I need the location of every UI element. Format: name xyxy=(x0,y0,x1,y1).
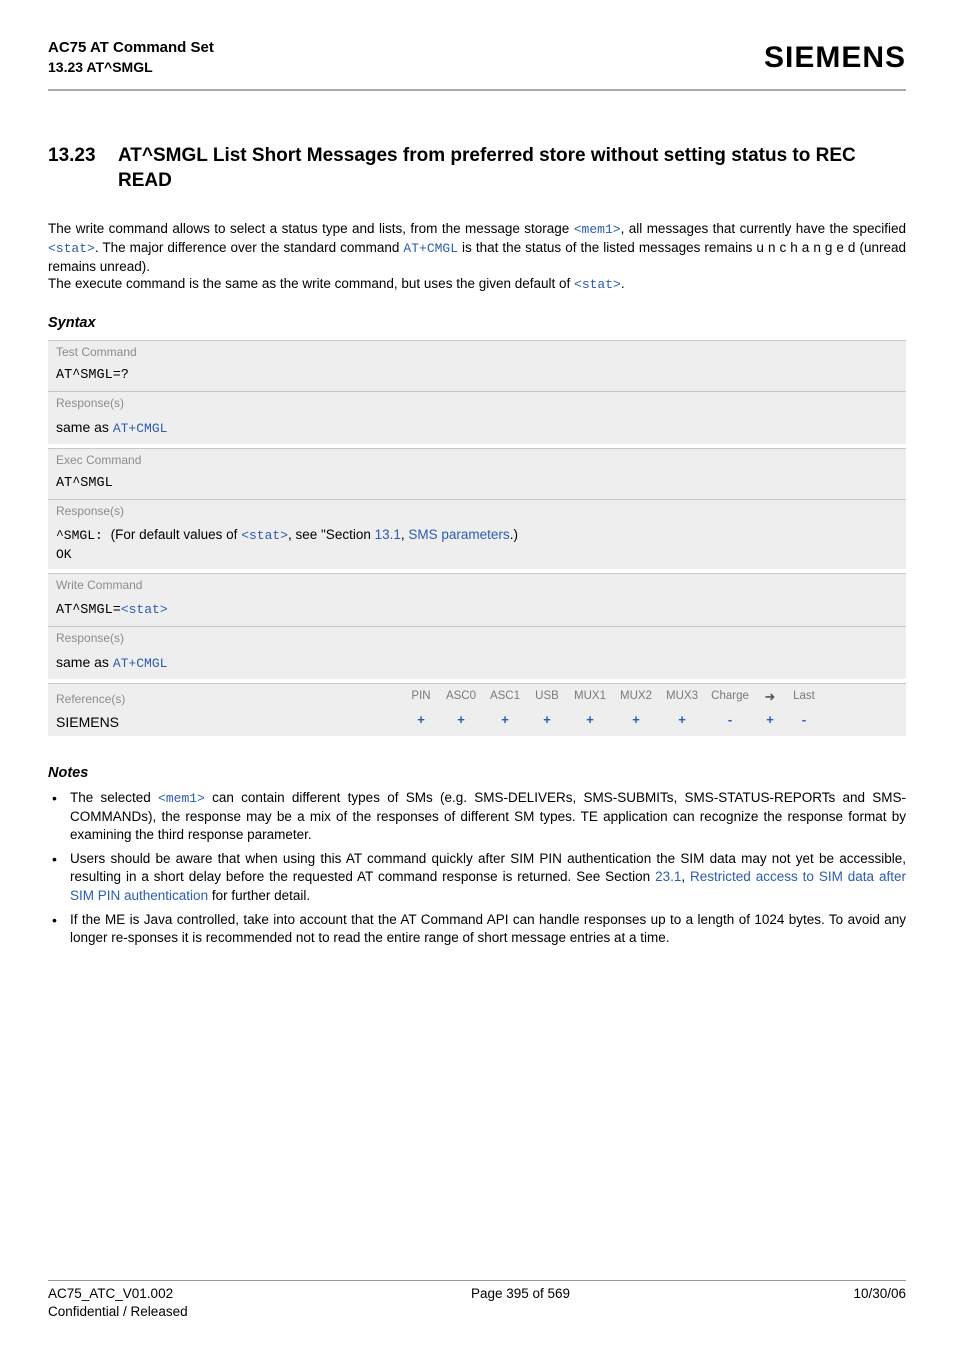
param-stat[interactable]: <stat> xyxy=(241,528,288,543)
cap-val: + xyxy=(527,711,567,729)
response-text: (For default values of xyxy=(111,527,242,542)
response-label: Response(s) xyxy=(48,391,906,413)
capability-header-row: PIN ASC0 ASC1 USB MUX1 MUX2 MUX3 Charge … xyxy=(403,688,902,706)
exec-command-block: Exec Command AT^SMGL Response(s) ^SMGL: … xyxy=(48,448,906,570)
cap-val: + xyxy=(439,711,483,729)
section-number: 13.23 xyxy=(48,143,118,194)
link-atcmgl[interactable]: AT+CMGL xyxy=(113,656,168,671)
cap-val: + xyxy=(613,711,659,729)
link-sms-parameters[interactable]: SMS parameters xyxy=(408,527,509,542)
response-prefix: ^SMGL: xyxy=(56,528,111,543)
intro-paragraph: The write command allows to select a sta… xyxy=(48,220,906,294)
param-stat[interactable]: <stat> xyxy=(574,277,621,292)
note-item-3: If the ME is Java controlled, take into … xyxy=(48,911,906,947)
product-name: AC75 AT Command Set xyxy=(48,38,214,58)
same-as-text: same as xyxy=(56,419,113,435)
cap-hdr-mux2: MUX2 xyxy=(613,689,659,705)
note-item-1: The selected <mem1> can contain differen… xyxy=(48,789,906,844)
write-command-value: AT^SMGL=<stat> xyxy=(48,596,906,626)
cap-val: + xyxy=(659,711,705,729)
page-header: AC75 AT Command Set 13.23 AT^SMGL SIEMEN… xyxy=(48,38,906,79)
write-cmd-prefix: AT^SMGL= xyxy=(56,603,121,618)
test-response: same as AT+CMGL xyxy=(48,413,906,444)
capability-value-row: + + + + + + + - + - xyxy=(403,711,902,729)
link-section-13-1[interactable]: 13.1 xyxy=(375,527,401,542)
cap-hdr-last: Last xyxy=(785,689,823,705)
cap-val: + xyxy=(567,711,613,729)
header-left: AC75 AT Command Set 13.23 AT^SMGL xyxy=(48,38,214,77)
link-atcmgl[interactable]: AT+CMGL xyxy=(403,241,458,256)
test-command-label: Test Command xyxy=(48,341,906,362)
reference-label: Reference(s) xyxy=(56,688,395,709)
param-stat[interactable]: <stat> xyxy=(121,602,168,617)
intro-text: The execute command is the same as the w… xyxy=(48,276,574,291)
footer-row: AC75_ATC_V01.002 Confidential / Released… xyxy=(48,1285,906,1321)
reference-left: Reference(s) SIEMENS xyxy=(48,684,403,736)
note-item-2: Users should be aware that when using th… xyxy=(48,850,906,905)
arrow-right-icon: ➜ xyxy=(755,688,785,706)
footer-page-number: Page 395 of 569 xyxy=(471,1285,570,1321)
header-rule xyxy=(48,89,906,91)
footer-date: 10/30/06 xyxy=(853,1285,906,1321)
intro-text: . xyxy=(621,276,625,291)
brand-logo: SIEMENS xyxy=(764,38,906,79)
response-text: , see "Section xyxy=(288,527,375,542)
reference-right: PIN ASC0 ASC1 USB MUX1 MUX2 MUX3 Charge … xyxy=(403,684,906,736)
reference-name: SIEMENS xyxy=(56,713,395,732)
footer-rule xyxy=(48,1280,906,1281)
intro-text: , all messages that currently have the s… xyxy=(621,221,906,236)
param-mem1[interactable]: <mem1> xyxy=(574,222,621,237)
exec-command-value: AT^SMGL xyxy=(48,470,906,499)
syntax-heading: Syntax xyxy=(48,314,906,334)
header-section-ref: 13.23 AT^SMGL xyxy=(48,58,214,77)
note-text: , xyxy=(681,869,690,884)
cap-hdr-asc0: ASC0 xyxy=(439,689,483,705)
cap-val: + xyxy=(755,711,785,729)
section-title-text: AT^SMGL List Short Messages from preferr… xyxy=(118,143,906,194)
write-response: same as AT+CMGL xyxy=(48,648,906,679)
page-footer: AC75_ATC_V01.002 Confidential / Released… xyxy=(48,1280,906,1321)
write-command-label: Write Command xyxy=(48,574,906,595)
footer-left: AC75_ATC_V01.002 Confidential / Released xyxy=(48,1285,188,1321)
same-as-text: same as xyxy=(56,654,113,670)
cap-hdr-mux1: MUX1 xyxy=(567,689,613,705)
intro-text: The write command allows to select a sta… xyxy=(48,221,574,236)
cap-val: + xyxy=(403,711,439,729)
exec-command-label: Exec Command xyxy=(48,449,906,470)
cap-val: - xyxy=(705,711,755,729)
note-text: If the ME is Java controlled, take into … xyxy=(70,912,906,945)
cap-val: + xyxy=(483,711,527,729)
exec-response: ^SMGL: (For default values of <stat>, se… xyxy=(48,521,906,569)
note-text: for further detail. xyxy=(208,888,310,903)
footer-version: AC75_ATC_V01.002 xyxy=(48,1286,173,1301)
cap-hdr-usb: USB xyxy=(527,689,567,705)
cap-hdr-charge: Charge xyxy=(705,689,755,705)
section-heading: 13.23 AT^SMGL List Short Messages from p… xyxy=(48,143,906,194)
response-label: Response(s) xyxy=(48,499,906,521)
intro-text: . The major difference over the standard… xyxy=(95,240,404,255)
link-atcmgl[interactable]: AT+CMGL xyxy=(113,421,168,436)
cap-hdr-pin: PIN xyxy=(403,689,439,705)
notes-heading: Notes xyxy=(48,764,906,784)
cap-hdr-mux3: MUX3 xyxy=(659,689,705,705)
note-text: The selected xyxy=(70,790,158,805)
response-text: .) xyxy=(510,527,518,542)
cap-hdr-asc1: ASC1 xyxy=(483,689,527,705)
footer-confidential: Confidential / Released xyxy=(48,1304,188,1319)
notes-list: The selected <mem1> can contain differen… xyxy=(48,789,906,947)
test-command-block: Test Command AT^SMGL=? Response(s) same … xyxy=(48,340,906,444)
reference-block: Reference(s) SIEMENS PIN ASC0 ASC1 USB M… xyxy=(48,683,906,736)
write-command-block: Write Command AT^SMGL=<stat> Response(s)… xyxy=(48,573,906,678)
test-command-value: AT^SMGL=? xyxy=(48,362,906,391)
param-mem1[interactable]: <mem1> xyxy=(158,791,205,806)
param-stat[interactable]: <stat> xyxy=(48,241,95,256)
link-section-23-1[interactable]: 23.1 xyxy=(655,869,681,884)
response-ok: OK xyxy=(56,547,72,562)
response-label: Response(s) xyxy=(48,626,906,648)
cap-val: - xyxy=(785,711,823,729)
